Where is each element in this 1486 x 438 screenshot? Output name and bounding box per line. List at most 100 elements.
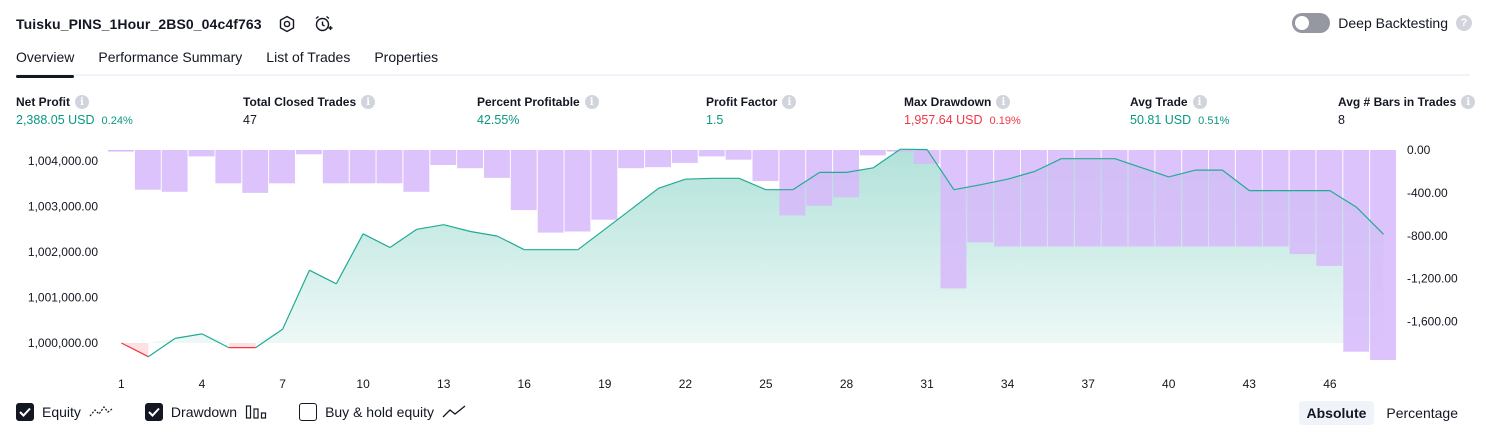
equity-checkbox[interactable] [16, 403, 34, 421]
deep-backtesting-toggle[interactable] [1292, 13, 1331, 33]
tab-properties[interactable]: Properties [374, 44, 438, 76]
buy-hold-checkbox[interactable] [299, 403, 318, 421]
x-tick: 10 [356, 377, 370, 391]
equity-drawdown-chart[interactable]: 1,004,000.00 1,003,000.00 1,002,000.00 1,00… [0, 140, 1486, 396]
percentage-button[interactable]: Percentage [1378, 401, 1466, 425]
hexagon-gear-icon[interactable] [276, 13, 298, 35]
y-tick-left: 1,004,000.00 [28, 154, 98, 168]
drawdown-bar [1343, 150, 1370, 352]
drawdown-bar [457, 150, 483, 169]
drawdown-bar [215, 150, 242, 184]
drawdown-bar [296, 150, 322, 155]
y-tick-right: -400.00 [1407, 186, 1448, 200]
y-tick-left: 1,000,000.00 [28, 336, 98, 350]
drawdown-bar [1047, 150, 1074, 247]
x-tick: 31 [920, 377, 934, 391]
y-tick-left: 1,002,000.00 [28, 245, 98, 259]
drawdown-bar [940, 150, 967, 289]
x-tick: 34 [1001, 377, 1015, 391]
metric-value: 47 [243, 113, 257, 127]
info-icon[interactable]: i [996, 95, 1011, 109]
deep-backtesting-label: Deep Backtesting [1338, 15, 1448, 31]
x-tick: 43 [1243, 377, 1257, 391]
drawdown-bar [242, 150, 269, 193]
alarm-clock-add-icon[interactable] [312, 13, 334, 35]
drawdown-checkbox[interactable] [144, 403, 163, 421]
drawdown-bar [1262, 150, 1289, 247]
info-icon[interactable]: i [1461, 95, 1476, 109]
drawdown-bar [376, 150, 403, 184]
x-tick: 37 [1082, 377, 1096, 391]
metric-value: 1,957.64 USD [904, 113, 983, 127]
drawdown-bar [698, 150, 725, 157]
drawdown-bar [1101, 150, 1128, 247]
drawdown-bar [618, 150, 645, 169]
drawdown-bar [537, 150, 564, 233]
drawdown-bar [1316, 150, 1343, 266]
drawdown-bar [108, 150, 134, 152]
legend-equity[interactable]: Equity [16, 403, 113, 421]
x-tick: 40 [1162, 377, 1176, 391]
tab-performance-summary[interactable]: Performance Summary [98, 44, 242, 76]
legend-drawdown[interactable]: Drawdown [144, 403, 267, 421]
tab-overview[interactable]: Overview [16, 44, 75, 78]
metric-label: Profit Factor [706, 95, 778, 109]
drawdown-bar [1155, 150, 1182, 247]
legend-buy-hold[interactable]: Buy & hold equity [299, 403, 466, 421]
drawdown-bar [752, 150, 779, 182]
drawdown-bar [591, 150, 618, 220]
metrics-row: Net Profit i 2,388.05 USD 0.24% Total Clos… [0, 94, 1486, 130]
y-tick-right: -1,600.00 [1407, 315, 1458, 329]
info-icon[interactable]: i [584, 95, 599, 109]
legend-label: Equity [42, 404, 81, 420]
x-tick: 16 [518, 377, 532, 391]
equity-negative-area [228, 343, 256, 348]
drawdown-bar [779, 150, 806, 216]
metric-total-closed-trades: Total Closed Trades i 47 [243, 94, 376, 127]
tab-bar: Overview Performance Summary List of Tra… [16, 44, 1470, 78]
metric-label: Max Drawdown [904, 95, 992, 109]
metric-label: Percent Profitable [477, 95, 580, 109]
x-tick: 13 [437, 377, 451, 391]
y-tick-right: -800.00 [1407, 229, 1448, 243]
info-icon[interactable]: i [361, 95, 376, 109]
info-icon[interactable]: i [782, 95, 797, 109]
tab-list-of-trades[interactable]: List of Trades [266, 44, 350, 76]
metric-label: Total Closed Trades [243, 95, 357, 109]
metric-percent: 0.51% [1198, 115, 1230, 127]
drawdown-bar [833, 150, 859, 198]
metric-avg-trade: Avg Trade i 50.81 USD 0.51% [1130, 94, 1229, 127]
metric-percent-profitable: Percent Profitable i 42.55% [477, 94, 599, 127]
metric-max-drawdown: Max Drawdown i 1,957.64 USD 0.19% [904, 94, 1021, 127]
strategy-header: Tuisku_PINS_1Hour_2BS0_04c4f763 [16, 12, 334, 36]
y-tick-left: 1,003,000.00 [28, 200, 98, 214]
metric-percent: 0.24% [101, 115, 133, 127]
drawdown-bar [430, 150, 457, 165]
metric-label: Avg Trade [1130, 95, 1188, 109]
buy-hold-line-icon [442, 404, 466, 420]
legend-label: Buy & hold equity [325, 404, 435, 420]
drawdown-bar [564, 150, 591, 232]
drawdown-bar [510, 150, 537, 211]
drawdown-bar [671, 150, 698, 163]
drawdown-bar [134, 150, 161, 190]
info-icon[interactable]: i [75, 95, 89, 109]
question-icon[interactable]: ? [1456, 15, 1472, 31]
metric-profit-factor: Profit Factor i 1.5 [706, 94, 797, 127]
drawdown-bar [161, 150, 188, 192]
metric-value: 2,388.05 USD [16, 113, 95, 127]
absolute-button[interactable]: Absolute [1298, 401, 1375, 425]
x-tick: 28 [840, 377, 854, 391]
drawdown-bars-icon [245, 404, 267, 420]
drawdown-bar [484, 150, 510, 178]
info-icon[interactable]: i [1192, 95, 1207, 109]
metric-value: 42.55% [477, 113, 520, 127]
drawdown-bar [1182, 150, 1209, 247]
drawdown-bar [1209, 150, 1235, 247]
drawdown-bar [1235, 150, 1262, 247]
strategy-name: Tuisku_PINS_1Hour_2BS0_04c4f763 [16, 16, 262, 32]
drawdown-bar [1074, 150, 1101, 247]
y-tick-right: 0.00 [1407, 143, 1431, 157]
metric-net-profit: Net Profit i 2,388.05 USD 0.24% [16, 94, 133, 127]
drawdown-bar [994, 150, 1021, 247]
